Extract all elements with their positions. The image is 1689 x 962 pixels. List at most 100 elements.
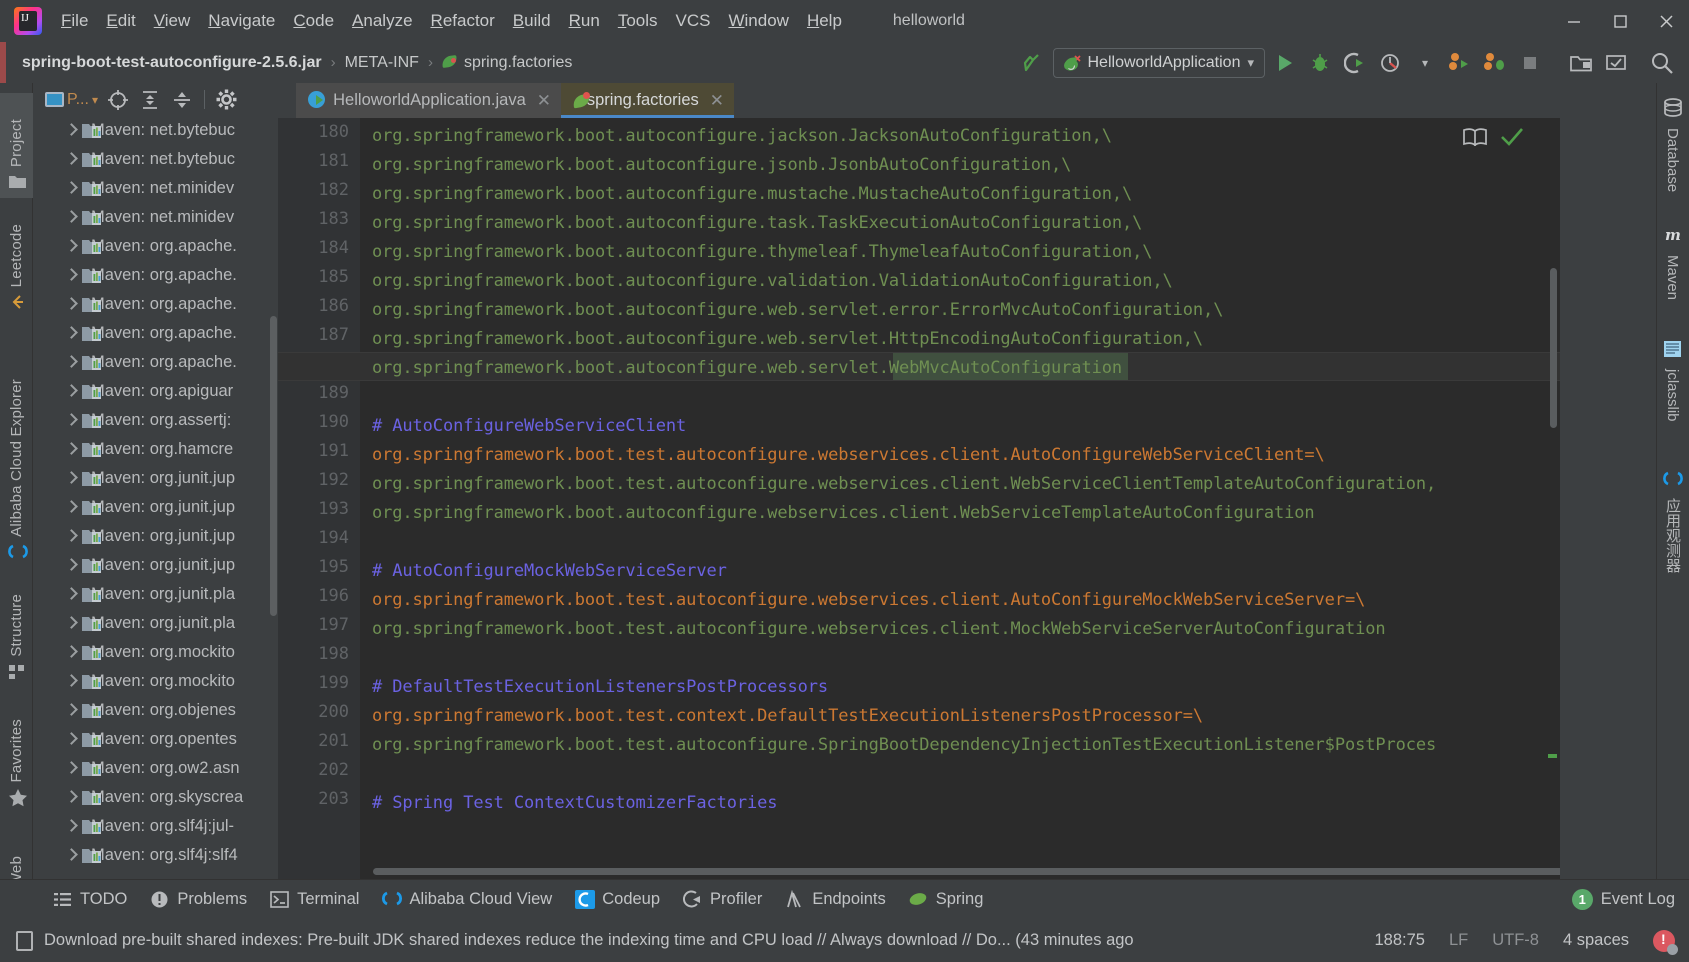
menu-edit[interactable]: Edit (97, 7, 144, 35)
updates-icon[interactable] (1601, 48, 1631, 78)
rail-item-structure[interactable]: Structure (0, 583, 33, 688)
expand-all-icon[interactable] (135, 86, 165, 113)
code-line[interactable]: # AutoConfigureMockWebServiceServer (372, 557, 727, 586)
debug-icon[interactable] (1305, 48, 1335, 78)
tree-node[interactable]: Maven: org.junit.pla (33, 580, 278, 609)
code-line[interactable]: org.springframework.boot.autoconfigure.j… (372, 122, 1112, 151)
tree-node[interactable]: Maven: net.minidev (33, 203, 278, 232)
tree-node[interactable]: Maven: org.junit.jup (33, 551, 278, 580)
chevron-right-icon[interactable] (65, 241, 76, 252)
stop-icon[interactable] (1515, 48, 1545, 78)
tree-node[interactable]: Maven: org.mockito (33, 638, 278, 667)
rail-item-应用观测器[interactable]: 应用观测器 (1656, 463, 1689, 603)
rail-item-favorites[interactable]: Favorites (0, 703, 33, 813)
event-log-button[interactable]: 1 Event Log (1571, 879, 1675, 919)
close-icon[interactable]: ✕ (710, 91, 724, 111)
caret-position[interactable]: 188:75 (1374, 931, 1424, 950)
code-line[interactable]: org.springframework.boot.test.context.De… (372, 702, 1203, 731)
chevron-right-icon[interactable] (65, 792, 76, 803)
run-with-coverage-icon[interactable] (1340, 48, 1370, 78)
code-line[interactable]: org.springframework.boot.test.autoconfig… (372, 731, 1436, 760)
tool-window-alibaba-cloud-view[interactable]: Alibaba Cloud View (373, 886, 561, 913)
open-project-icon[interactable] (1566, 48, 1596, 78)
run-configuration-selector[interactable]: HelloworldApplication ▾ (1052, 47, 1265, 78)
rail-item-project[interactable]: Project (0, 93, 33, 198)
chevron-right-icon[interactable] (65, 299, 76, 310)
inspections-ok-icon[interactable] (1500, 126, 1523, 146)
locate-icon[interactable] (103, 86, 133, 113)
code-line[interactable]: org.springframework.boot.autoconfigure.w… (372, 499, 1315, 528)
error-badge-icon[interactable] (1653, 929, 1678, 955)
chevron-right-icon[interactable] (65, 618, 76, 629)
status-message[interactable]: Download pre-built shared indexes: Pre-b… (16, 930, 1134, 951)
project-view-selector[interactable]: P... ▾ (42, 89, 101, 111)
chevron-right-icon[interactable] (65, 502, 76, 513)
chevron-right-icon[interactable] (65, 850, 76, 861)
run-icon[interactable] (1270, 48, 1300, 78)
tree-node[interactable]: Maven: org.slf4j:slf4 (33, 841, 278, 870)
chevron-right-icon[interactable] (65, 734, 76, 745)
search-everywhere-icon[interactable] (1647, 48, 1677, 78)
code-line[interactable]: org.springframework.boot.autoconfigure.w… (372, 325, 1203, 354)
editor-code-area[interactable]: org.springframework.boot.autoconfigure.j… (278, 118, 1560, 879)
editor-tab-helloworldapplication-java[interactable]: HelloworldApplication.java ✕ (296, 83, 561, 118)
tool-window-profiler[interactable]: Profiler (674, 886, 771, 913)
menu-vcs[interactable]: VCS (667, 7, 720, 35)
chevron-right-icon[interactable] (65, 589, 76, 600)
tree-node[interactable]: Maven: net.bytebuc (33, 145, 278, 174)
chevron-right-icon[interactable] (65, 270, 76, 281)
tree-node[interactable]: Maven: net.bytebuc (33, 116, 278, 145)
menu-build[interactable]: Build (504, 7, 560, 35)
chevron-right-icon[interactable] (65, 676, 76, 687)
rail-item-jclasslib[interactable]: jclasslib (1656, 333, 1689, 458)
menu-file[interactable]: File (52, 7, 97, 35)
tree-node[interactable]: Maven: org.ow2.asn (33, 754, 278, 783)
tool-window-spring[interactable]: Spring (900, 886, 993, 913)
tree-node[interactable]: Maven: org.objenes (33, 696, 278, 725)
code-line[interactable]: org.springframework.boot.autoconfigure.v… (372, 267, 1173, 296)
chevron-right-icon[interactable] (65, 386, 76, 397)
tree-node[interactable]: Maven: org.apiguar (33, 377, 278, 406)
close-button[interactable] (1643, 0, 1689, 42)
menu-code[interactable]: Code (284, 7, 343, 35)
chevron-right-icon[interactable] (65, 473, 76, 484)
menu-view[interactable]: View (145, 7, 200, 35)
tool-window-endpoints[interactable]: Endpoints (776, 886, 894, 913)
tree-node[interactable]: Maven: org.junit.pla (33, 609, 278, 638)
chevron-right-icon[interactable] (65, 444, 76, 455)
chevron-right-icon[interactable] (65, 212, 76, 223)
tree-node[interactable]: Maven: org.apache. (33, 261, 278, 290)
rail-item-alibaba-cloud-explorer[interactable]: Alibaba Cloud Explorer (0, 333, 33, 568)
tree-node[interactable]: Maven: org.slf4j:jul- (33, 812, 278, 841)
code-line[interactable]: org.springframework.boot.autoconfigure.w… (372, 296, 1223, 325)
chevron-right-icon[interactable] (65, 357, 76, 368)
indent-setting[interactable]: 4 spaces (1563, 931, 1629, 950)
editor-tab-spring-factories[interactable]: spring.factories ✕ (561, 83, 734, 118)
minimize-button[interactable] (1551, 0, 1597, 42)
code-line[interactable]: # Spring Test ContextCustomizerFactories (372, 789, 778, 818)
menu-help[interactable]: Help (798, 7, 851, 35)
run-group-icon[interactable] (1445, 48, 1475, 78)
code-editor[interactable]: 1801811821831841851861871881891901911921… (278, 118, 1560, 879)
chevron-down-icon[interactable]: ▾ (1247, 55, 1254, 71)
chevron-right-icon[interactable] (65, 763, 76, 774)
chevron-right-icon[interactable] (65, 560, 76, 571)
chevron-right-icon[interactable] (65, 154, 76, 165)
chevron-right-icon[interactable] (65, 125, 76, 136)
code-line[interactable]: org.springframework.boot.autoconfigure.t… (372, 238, 1152, 267)
collapse-all-icon[interactable] (167, 86, 197, 113)
chevron-down-icon[interactable]: ▾ (1410, 48, 1440, 78)
tool-window-terminal[interactable]: Terminal (261, 886, 368, 913)
profiler-icon[interactable] (1375, 48, 1405, 78)
file-encoding[interactable]: UTF-8 (1492, 931, 1539, 950)
line-separator[interactable]: LF (1449, 931, 1468, 950)
reader-mode-icon[interactable] (1462, 127, 1487, 147)
tree-node[interactable]: Maven: org.apache. (33, 319, 278, 348)
tree-node[interactable]: Maven: org.junit.jup (33, 522, 278, 551)
breadcrumb-item-2[interactable]: spring.factories (442, 54, 572, 72)
tool-window-problems[interactable]: Problems (141, 886, 256, 913)
tool-window-todo[interactable]: TODO (44, 886, 136, 913)
menu-tools[interactable]: Tools (609, 7, 667, 35)
tree-node[interactable]: Maven: org.hamcre (33, 435, 278, 464)
tree-node[interactable]: Maven: org.assertj: (33, 406, 278, 435)
